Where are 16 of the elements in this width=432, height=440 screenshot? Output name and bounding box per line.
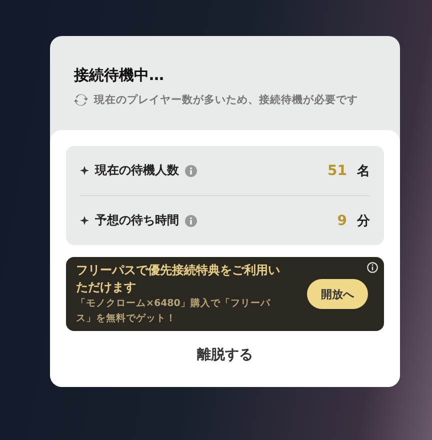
promo-title: フリーパスで優先接続特典をご利用いただけます xyxy=(76,262,281,296)
sparkle-icon xyxy=(80,166,89,175)
leave-button[interactable]: 離脱する xyxy=(191,345,259,365)
stat-label: 予想の待ち時間 xyxy=(95,212,179,229)
dialog-title: 接続待機中… xyxy=(74,66,165,85)
stat-unit: 名 xyxy=(357,162,370,180)
stat-value: 9 xyxy=(337,212,347,228)
sync-icon xyxy=(74,93,88,107)
promo-description: 「モノクローム×6480」購入で「フリーパス」を無料でゲット！ xyxy=(76,296,272,326)
info-icon[interactable] xyxy=(367,262,378,273)
stat-unit: 分 xyxy=(357,212,370,230)
sparkle-icon xyxy=(80,216,89,225)
stat-label: 現在の待機人数 xyxy=(95,162,179,179)
dialog-subtitle: 現在のプレイヤー数が多いため、接続待機が必要です xyxy=(94,93,358,107)
stat-value: 51 xyxy=(328,162,347,178)
unlock-button[interactable]: 開放へ xyxy=(307,279,368,309)
